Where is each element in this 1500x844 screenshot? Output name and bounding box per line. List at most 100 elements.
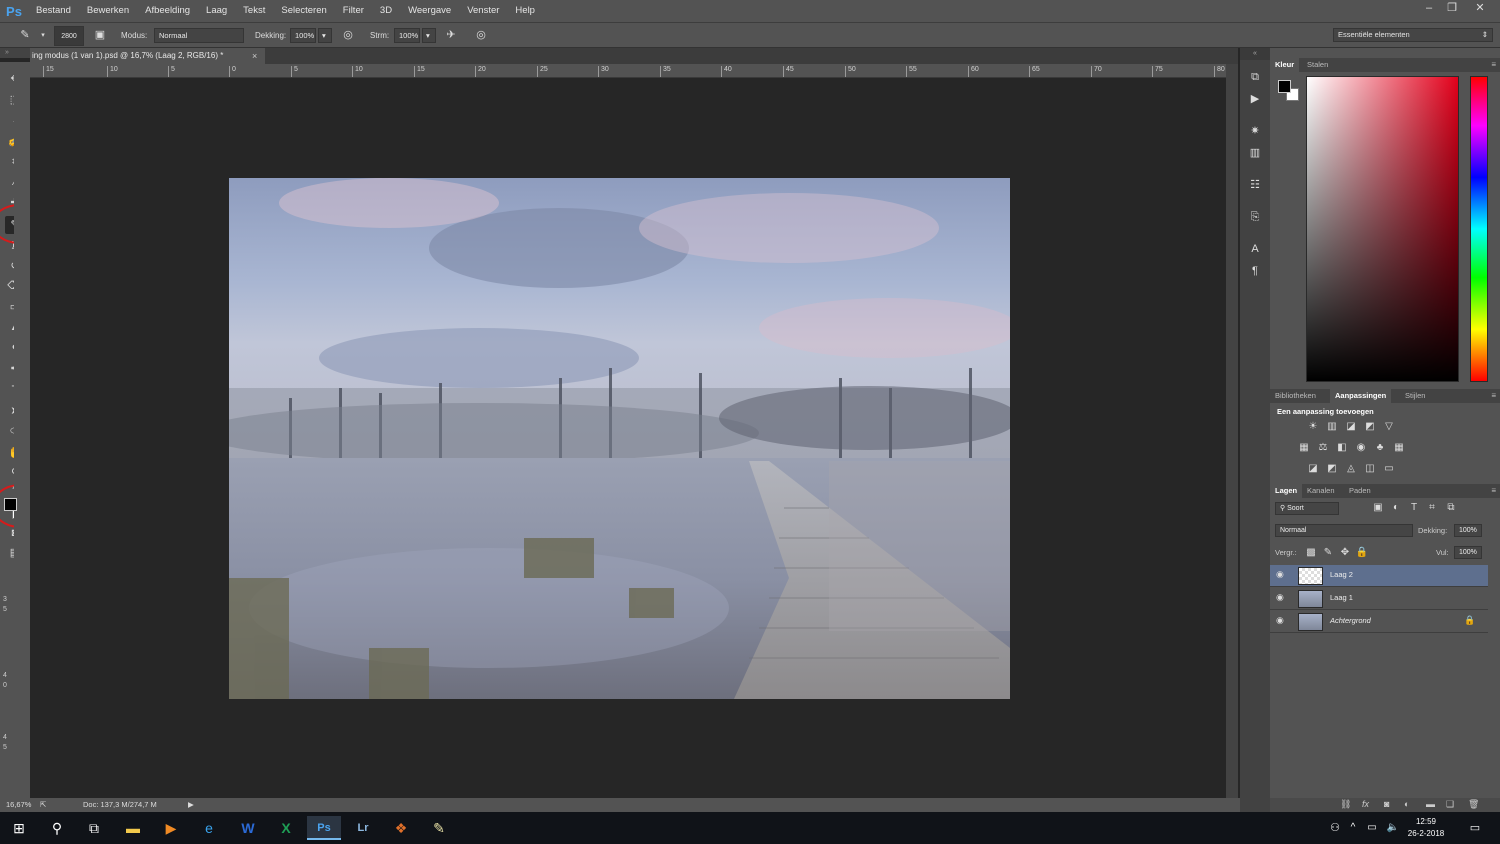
histogram-icon[interactable]: ▥: [1245, 144, 1265, 162]
layer-opacity-input[interactable]: 100%: [1454, 524, 1482, 537]
curves-icon[interactable]: ◪: [1344, 420, 1358, 434]
mode-select[interactable]: Normaal: [154, 28, 244, 43]
foreground-color-swatch[interactable]: [4, 498, 17, 511]
panel-menu-icon[interactable]: ≡: [1491, 389, 1496, 403]
history-icon[interactable]: ⧉: [1245, 68, 1265, 86]
document-tab[interactable]: ing modus (1 van 1).psd @ 16,7% (Laag 2,…: [30, 48, 265, 64]
filter-type-icon[interactable]: T: [1407, 501, 1421, 515]
tab-aanpassingen[interactable]: Aanpassingen: [1330, 389, 1392, 403]
selective-color-icon[interactable]: ◫: [1363, 462, 1377, 476]
notifications-icon[interactable]: ▭: [1458, 816, 1492, 840]
clone-source-icon[interactable]: ⎘: [1245, 208, 1265, 226]
menu-selecteren[interactable]: Selecteren: [273, 0, 334, 22]
hue-slider[interactable]: [1470, 76, 1488, 382]
vertical-scrollbar[interactable]: [1226, 64, 1238, 798]
tab-kanalen[interactable]: Kanalen: [1302, 484, 1340, 498]
chevron-down-icon[interactable]: ▾: [34, 27, 52, 44]
zoom-level[interactable]: 16,67%: [6, 798, 31, 812]
paragraph-icon[interactable]: ¶: [1245, 262, 1265, 280]
menu-venster[interactable]: Venster: [459, 0, 507, 22]
exposure-icon[interactable]: ◩: [1363, 420, 1377, 434]
character-icon[interactable]: A: [1245, 240, 1265, 258]
posterize-icon[interactable]: ◩: [1325, 462, 1339, 476]
brush-panel-toggle-icon[interactable]: ▣: [91, 27, 109, 44]
tab-stalen[interactable]: Stalen: [1302, 58, 1333, 72]
add-mask-icon[interactable]: ◙: [1384, 799, 1389, 809]
filter-pixel-icon[interactable]: ▣: [1371, 501, 1385, 515]
close-button[interactable]: ✕: [1468, 0, 1492, 16]
channel-mixer-icon[interactable]: ♣: [1373, 441, 1387, 455]
network-icon[interactable]: ▭: [1362, 816, 1382, 840]
lock-pixels-icon[interactable]: ✎: [1321, 546, 1335, 560]
filter-smart-object-icon[interactable]: ⧉: [1444, 501, 1458, 515]
toolbar-grip[interactable]: »: [0, 48, 30, 58]
panel-collapse-grip[interactable]: «: [1240, 48, 1270, 60]
clock[interactable]: 12:59 26-2-2018: [1406, 816, 1446, 840]
volume-icon[interactable]: 🔈: [1384, 816, 1402, 840]
new-layer-icon[interactable]: ❑: [1446, 799, 1454, 810]
link-layers-icon[interactable]: ⛓: [1340, 799, 1351, 810]
actions-play-icon[interactable]: ▶: [1245, 90, 1265, 108]
layer-row[interactable]: ◉ Laag 1: [1270, 588, 1488, 610]
flow-input[interactable]: 100%: [394, 28, 420, 43]
lock-position-icon[interactable]: ✥: [1338, 546, 1352, 560]
menu-bewerken[interactable]: Bewerken: [79, 0, 137, 22]
photo-filter-icon[interactable]: ◉: [1354, 441, 1368, 455]
filter-shape-icon[interactable]: ⌗: [1425, 501, 1439, 515]
gradient-map-icon[interactable]: ▭: [1382, 462, 1396, 476]
tab-bibliotheken[interactable]: Bibliotheken: [1270, 389, 1321, 403]
status-menu-arrow-icon[interactable]: ▶: [188, 798, 194, 812]
vibrance-icon[interactable]: ▽: [1382, 420, 1396, 434]
hue-saturation-icon[interactable]: ▦: [1297, 441, 1311, 455]
menu-tekst[interactable]: Tekst: [235, 0, 273, 22]
properties-icon[interactable]: ☷: [1245, 176, 1265, 194]
layer-filter-select[interactable]: ⚲ Soort: [1275, 502, 1339, 515]
excel-icon[interactable]: X: [269, 816, 303, 840]
windows-start-icon[interactable]: ⊞: [2, 816, 36, 840]
menu-filter[interactable]: Filter: [335, 0, 372, 22]
layer-row[interactable]: ◉ Laag 2: [1270, 565, 1488, 587]
show-hidden-icons[interactable]: ^: [1346, 816, 1360, 840]
invert-icon[interactable]: ◪: [1306, 462, 1320, 476]
lightroom-icon[interactable]: Lr: [346, 816, 380, 840]
restore-button[interactable]: ❐: [1440, 0, 1464, 16]
fill-input[interactable]: 100%: [1454, 546, 1482, 559]
menu-help[interactable]: Help: [507, 0, 543, 22]
visibility-eye-icon[interactable]: ◉: [1276, 592, 1284, 603]
task-view-icon[interactable]: ⧉: [77, 816, 111, 840]
lock-transparency-icon[interactable]: ▩: [1304, 546, 1318, 560]
pressure-size-icon[interactable]: ◎: [472, 27, 490, 44]
brush-tool-preset-icon[interactable]: ✎: [16, 27, 34, 44]
internet-explorer-icon[interactable]: e: [192, 816, 226, 840]
brightness-icon[interactable]: ☀: [1306, 420, 1320, 434]
airbrush-icon[interactable]: ✈: [442, 27, 460, 44]
threshold-icon[interactable]: ◬: [1344, 462, 1358, 476]
tab-kleur[interactable]: Kleur: [1270, 58, 1300, 72]
photoshop-taskbar-icon[interactable]: Ps: [307, 816, 341, 840]
minimize-button[interactable]: –: [1417, 0, 1441, 16]
trash-icon[interactable]: 🗑: [1468, 799, 1479, 810]
tab-stijlen[interactable]: Stijlen: [1400, 389, 1430, 403]
opacity-dropdown-button[interactable]: ▾: [318, 28, 332, 43]
search-icon[interactable]: ⚲: [40, 816, 74, 840]
new-adjustment-layer-icon[interactable]: ◐: [1404, 799, 1409, 809]
file-explorer-icon[interactable]: ▬: [116, 816, 150, 840]
adjustments-sun-icon[interactable]: ✷: [1245, 122, 1265, 140]
layer-style-fx-icon[interactable]: fx: [1362, 799, 1369, 809]
blend-mode-select[interactable]: Normaal: [1275, 524, 1413, 537]
paint-icon[interactable]: ✎: [422, 816, 456, 840]
document-canvas[interactable]: [30, 78, 1226, 798]
visibility-eye-icon[interactable]: ◉: [1276, 615, 1284, 626]
menu-bestand[interactable]: Bestand: [28, 0, 79, 22]
lock-all-icon[interactable]: 🔒: [1355, 546, 1369, 560]
menu-weergave[interactable]: Weergave: [400, 0, 459, 22]
menu-laag[interactable]: Laag: [198, 0, 235, 22]
filter-adjustment-icon[interactable]: ◐: [1389, 501, 1403, 515]
levels-icon[interactable]: ▥: [1325, 420, 1339, 434]
black-white-icon[interactable]: ◧: [1335, 441, 1349, 455]
pressure-opacity-icon[interactable]: ◎: [339, 27, 357, 44]
color-lookup-icon[interactable]: ▦: [1392, 441, 1406, 455]
media-player-icon[interactable]: ▶: [154, 816, 188, 840]
visibility-eye-icon[interactable]: ◉: [1276, 569, 1284, 580]
menu-afbeelding[interactable]: Afbeelding: [137, 0, 198, 22]
